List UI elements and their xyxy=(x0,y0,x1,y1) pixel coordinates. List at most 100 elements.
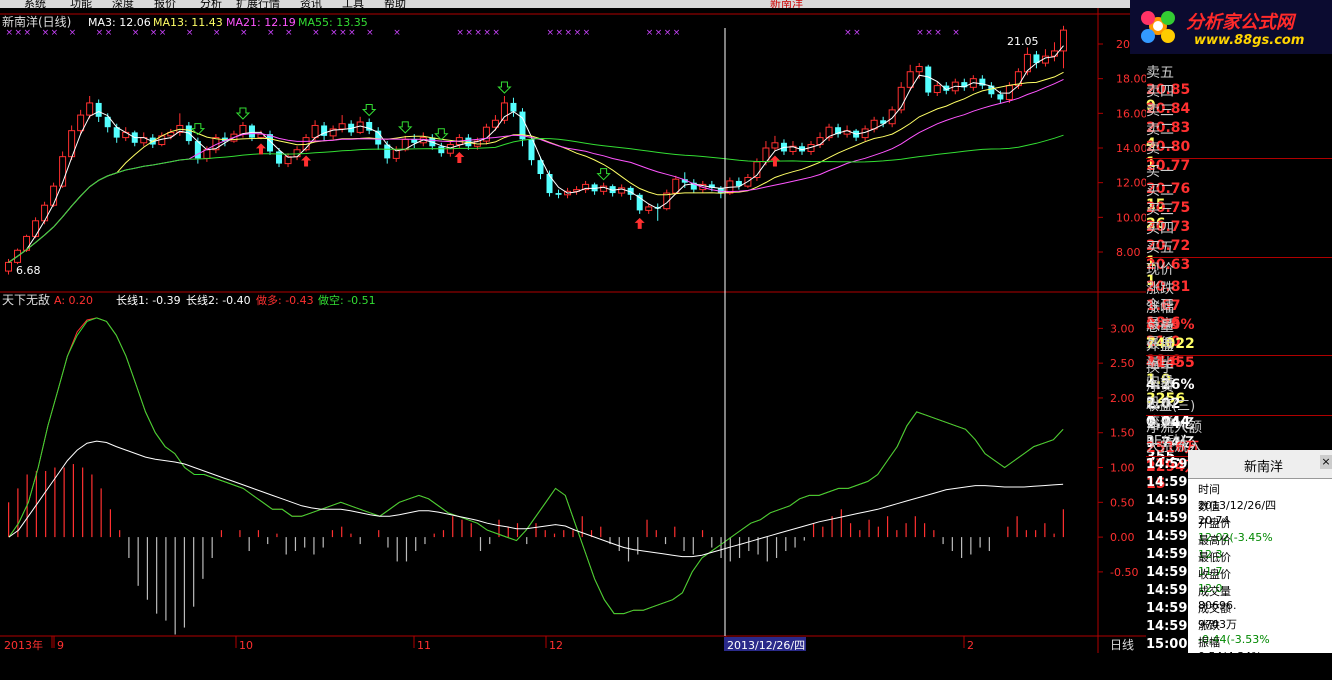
signal-x-marker: × xyxy=(348,28,356,38)
buy-level-row: 买一 20.76 15 xyxy=(1146,161,1332,213)
candle-body xyxy=(356,121,364,133)
signal-x-marker: × xyxy=(132,28,140,38)
signal-x-marker: × xyxy=(664,28,672,38)
signal-x-marker: × xyxy=(267,28,275,38)
candle-body xyxy=(276,151,283,164)
stat-label: 现价 xyxy=(1146,262,1174,278)
x-tick-label: 12 xyxy=(549,639,563,652)
high-price-label: 21.05 xyxy=(1007,35,1039,48)
tooltip-key: 换手率 xyxy=(1198,653,1231,666)
menu-item[interactable]: 功能 xyxy=(70,0,92,8)
menu-item[interactable]: 报价 xyxy=(154,0,176,8)
signal-x-marker: × xyxy=(844,28,852,38)
logo-text: 分析家公式网 xyxy=(1186,12,1294,33)
price-tick-label: 8.00 xyxy=(1116,246,1141,259)
signal-x-marker: × xyxy=(240,28,248,38)
tooltip-key: 时间 xyxy=(1198,483,1220,496)
tooltip-key: 最低价 xyxy=(1198,551,1231,564)
stat-row: 外盘 41455 内盘 3256 xyxy=(1146,335,1332,407)
signal-x-marker: × xyxy=(312,28,320,38)
candle-body xyxy=(86,102,94,116)
signal-x-marker: × xyxy=(51,28,59,38)
signal-x-marker: × xyxy=(583,28,591,38)
tooltip-titlebar[interactable]: 新南洋 × xyxy=(1188,450,1332,479)
logo-url: www.88gs.com xyxy=(1194,33,1305,48)
site-logo: 分析家公式网 www.88gs.com xyxy=(1130,0,1332,54)
signal-x-marker: × xyxy=(574,28,582,38)
signal-x-marker: × xyxy=(96,28,104,38)
candle-body xyxy=(293,149,301,158)
signal-x-marker: × xyxy=(483,28,491,38)
candle-body xyxy=(203,149,211,159)
tooltip-value: 4.65 xyxy=(1198,667,1223,680)
candle-body xyxy=(77,114,85,132)
menu-item[interactable]: 深度 xyxy=(112,0,134,8)
candle-body xyxy=(311,124,319,139)
order-label: 卖二 xyxy=(1146,122,1174,138)
signal-x-marker: × xyxy=(285,28,293,38)
candle-body xyxy=(32,220,40,237)
price-tick-label: 10.00 xyxy=(1116,211,1146,224)
tooltip-key: 涨跌 xyxy=(1198,619,1220,632)
ma13-legend: MA13: 11.43 xyxy=(153,16,223,29)
signal-x-marker: × xyxy=(150,28,158,38)
buy-level-row: 买二 20.75 26 xyxy=(1146,180,1332,232)
window-title: 新南洋 xyxy=(770,0,803,8)
indicator-a-value: A: 0.20 xyxy=(54,294,93,307)
menu-item[interactable]: 工具 xyxy=(342,0,364,8)
data-tooltip-window[interactable]: 新南洋 × 时间 2013/12/26/四 数值 20.74 开盘价 12.02(-3.4… xyxy=(1188,450,1332,680)
close-icon[interactable]: × xyxy=(1320,455,1332,469)
candle-body xyxy=(933,85,941,94)
signal-x-marker: × xyxy=(456,28,464,38)
sell-level-row: 卖四 20.84 xyxy=(1146,81,1332,117)
low-price-label: 6.68 xyxy=(16,264,41,277)
indicator-tick-label: 1.00 xyxy=(1110,462,1135,475)
candle-body xyxy=(555,193,562,195)
price-tick-label: 16.00 xyxy=(1116,107,1146,120)
menu-item[interactable]: 帮助 xyxy=(384,0,406,8)
indicator-tick-label: 3.00 xyxy=(1110,322,1135,335)
candle-body xyxy=(988,85,995,95)
signal-x-marker: × xyxy=(24,28,32,38)
sell-level-row: 卖三 20.83 4 xyxy=(1146,100,1332,152)
chart-title: 新南洋(日线) xyxy=(2,14,71,29)
tooltip-row: 成交量 80696. xyxy=(1198,583,1332,612)
ma21-legend: MA21: 12.19 xyxy=(226,16,296,29)
indicator-l1-value: 长线1: -0.39 xyxy=(116,293,181,307)
tooltip-row: 开盘价 12.02(-3.45% xyxy=(1198,515,1332,544)
indicator-tick-label: 2.00 xyxy=(1110,392,1135,405)
candle-body xyxy=(925,66,932,93)
menu-item[interactable]: 分析 xyxy=(200,0,222,8)
signal-x-marker: × xyxy=(925,28,933,38)
chart-background xyxy=(0,8,1146,653)
quote-divider xyxy=(1146,158,1332,159)
order-label: 买二 xyxy=(1146,183,1174,199)
signal-x-marker: × xyxy=(673,28,681,38)
stat-row: 涨跌 1.67 最高 21.0 xyxy=(1146,278,1332,350)
x-tick-label: 9 xyxy=(57,639,64,652)
stat-label: 净资 xyxy=(1146,379,1174,395)
tooltip-key: 收盘价 xyxy=(1198,568,1231,581)
tooltip-key: 成交量 xyxy=(1198,585,1231,598)
menu-item[interactable]: 系统 xyxy=(24,0,46,8)
tooltip-row: 最高价 12.3 xyxy=(1198,532,1332,561)
signal-x-marker: × xyxy=(393,28,401,38)
stat-row: 净资 2.02 流通 1.74亿 xyxy=(1146,376,1332,451)
menu-item[interactable]: 资讯 xyxy=(300,0,322,8)
x-tick-label: 11 xyxy=(417,639,431,652)
signal-x-marker: × xyxy=(6,28,14,38)
sell-level-row: 卖一 20.77 xyxy=(1146,138,1332,174)
quote-divider xyxy=(1146,415,1332,416)
signal-x-marker: × xyxy=(186,28,194,38)
signal-x-marker: × xyxy=(159,28,167,38)
stat-label: 外盘 xyxy=(1146,338,1174,354)
menu-item[interactable]: 扩展行情 xyxy=(236,0,280,8)
tooltip-key: 开盘价 xyxy=(1198,517,1231,530)
chart-area[interactable]: 8.00 10.00 12.00 14.00 16.00 18.00 20 21.05 6.68… xyxy=(0,8,1146,653)
candle-body xyxy=(411,139,418,143)
candle-body xyxy=(95,102,102,117)
signal-x-marker: × xyxy=(547,28,555,38)
tooltip-row: 成交额 9703万 xyxy=(1198,600,1332,631)
stat-row: 现价 20.81 今开 18.6 xyxy=(1146,259,1332,331)
indicator-tick-label: 0.00 xyxy=(1110,531,1135,544)
